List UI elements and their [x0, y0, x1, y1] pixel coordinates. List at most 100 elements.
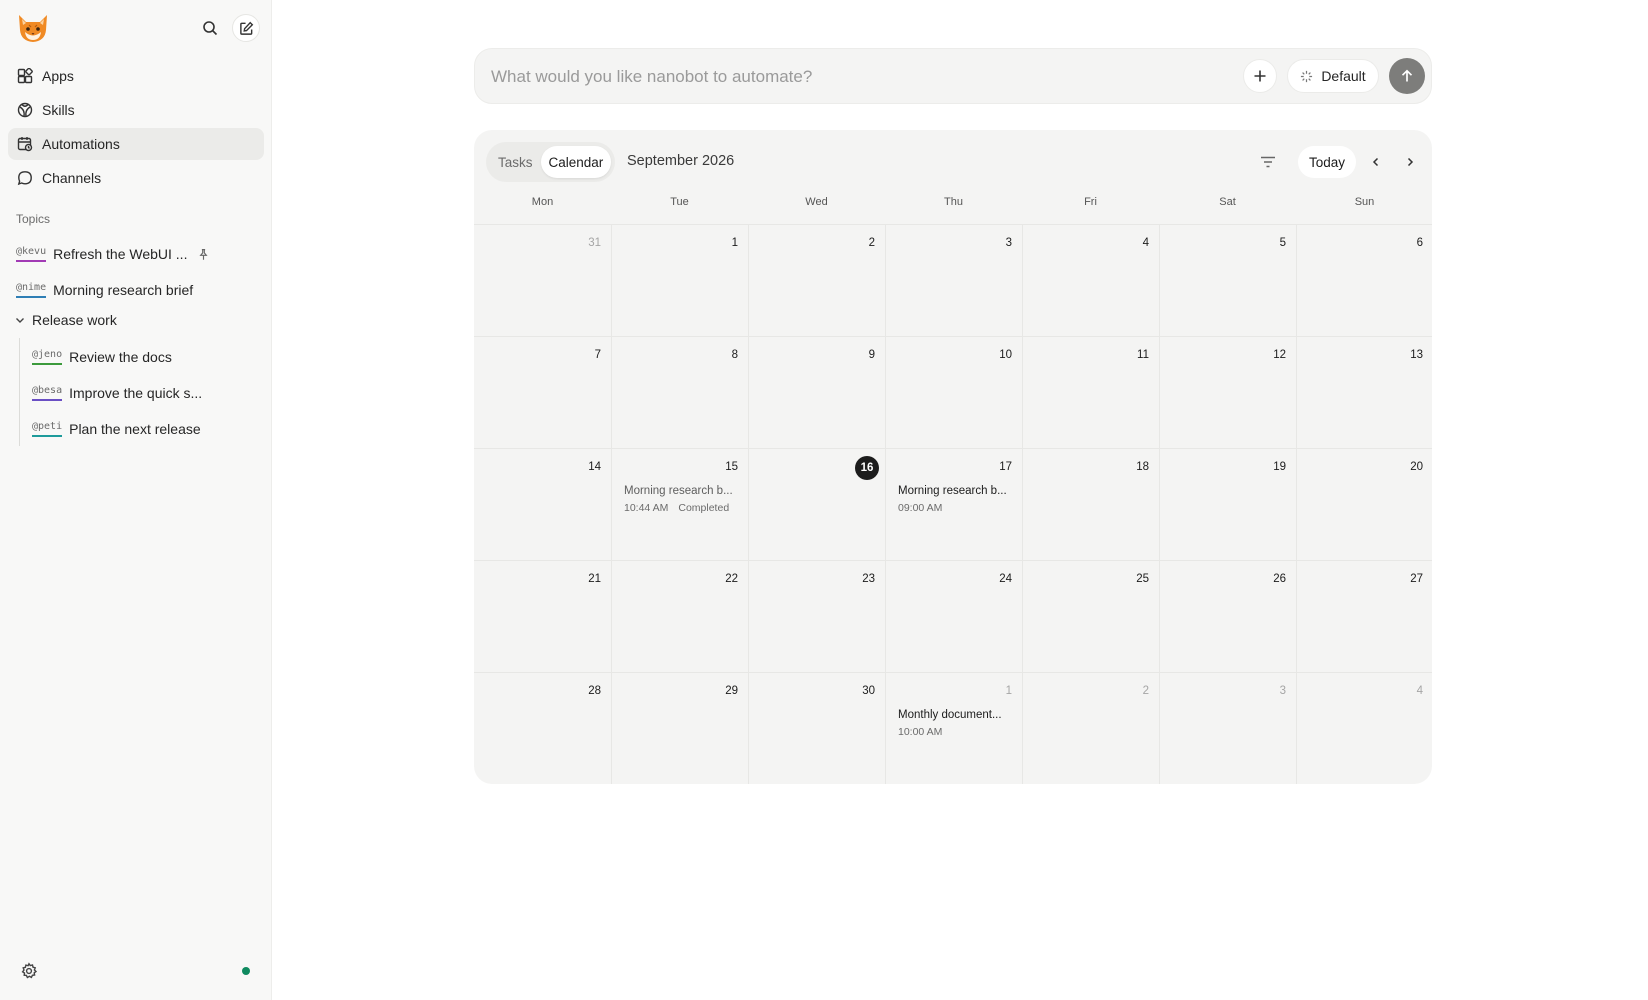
calendar-day-cell[interactable]: 31: [474, 224, 611, 336]
day-number: 2: [868, 237, 875, 249]
calendar-day-cell[interactable]: 16: [748, 448, 885, 560]
calendar-day-cell[interactable]: 8: [611, 336, 748, 448]
calendar-day-cell[interactable]: 9: [748, 336, 885, 448]
topic-title: Improve the quick s...: [69, 385, 203, 401]
tab-tasks[interactable]: Tasks: [490, 146, 541, 178]
calendar-day-cell[interactable]: 3: [1159, 672, 1296, 784]
day-number: 17: [999, 461, 1012, 473]
weekday-label: Wed: [805, 196, 828, 208]
topic-handle: @jeno: [32, 349, 63, 365]
day-number: 11: [1137, 349, 1149, 361]
topic-group-toggle[interactable]: Release work: [14, 312, 117, 328]
sidebar-item-label: Apps: [42, 68, 74, 84]
send-button[interactable]: [1389, 58, 1425, 94]
day-number: 26: [1273, 573, 1286, 585]
calendar-day-cell[interactable]: 30: [748, 672, 885, 784]
calendar-day-cell[interactable]: 4: [1296, 672, 1432, 784]
calendar-day-cell[interactable]: 2: [1022, 672, 1159, 784]
topic-item[interactable]: @jeno Review the docs: [32, 344, 172, 370]
calendar-day-cell[interactable]: 28: [474, 672, 611, 784]
calendar-event[interactable]: Monthly document... 10:00 AM: [898, 709, 1016, 738]
prompt-input[interactable]: [491, 63, 1191, 91]
calendar-day-cell[interactable]: 14: [474, 448, 611, 560]
day-number: 8: [731, 349, 738, 361]
calendar-day-cell[interactable]: 12: [1159, 336, 1296, 448]
weekday-label: Sun: [1354, 196, 1375, 208]
day-number: 24: [999, 573, 1012, 585]
day-number: 27: [1410, 573, 1423, 585]
topic-item[interactable]: @peti Plan the next release: [32, 416, 201, 442]
day-number: 19: [1273, 461, 1286, 473]
add-attachment-button[interactable]: [1243, 59, 1277, 93]
sidebar-item-channels[interactable]: Channels: [8, 162, 264, 194]
calendar-day-cell[interactable]: 10: [885, 336, 1022, 448]
topic-item[interactable]: @nime Morning research brief: [16, 277, 193, 303]
new-chat-icon[interactable]: [232, 14, 260, 42]
pin-icon[interactable]: [197, 248, 210, 261]
event-title: Morning research b...: [624, 485, 733, 497]
chevron-left-icon[interactable]: [1366, 152, 1386, 172]
calendar-day-cell[interactable]: 1 Monthly document... 10:00 AM: [885, 672, 1022, 784]
calendar-day-cell[interactable]: 24: [885, 560, 1022, 672]
topics-heading: Topics: [16, 212, 51, 226]
calendar-day-cell[interactable]: 4: [1022, 224, 1159, 336]
sidebar-item-automations[interactable]: Automations: [8, 128, 264, 160]
day-number: 5: [1279, 237, 1286, 249]
calendar-day-cell[interactable]: 6: [1296, 224, 1432, 336]
automations-icon: [16, 135, 34, 153]
calendar-day-cell[interactable]: 22: [611, 560, 748, 672]
calendar-day-cell[interactable]: 5: [1159, 224, 1296, 336]
automation-prompt: Default: [474, 48, 1432, 104]
tab-calendar[interactable]: Calendar: [540, 146, 612, 178]
topic-title: Refresh the WebUI ...: [53, 246, 188, 262]
day-number: 10: [999, 349, 1012, 361]
chevron-right-icon[interactable]: [1400, 152, 1420, 172]
calendar-day-cell[interactable]: 21: [474, 560, 611, 672]
settings-icon[interactable]: [20, 962, 38, 980]
filter-icon[interactable]: [1258, 152, 1278, 172]
calendar-day-cell[interactable]: 1: [611, 224, 748, 336]
apps-icon: [16, 67, 34, 85]
topic-item[interactable]: @besa Improve the quick s...: [32, 380, 202, 406]
day-number: 14: [588, 461, 601, 473]
calendar-day-cell[interactable]: 26: [1159, 560, 1296, 672]
calendar-day-cell[interactable]: 7: [474, 336, 611, 448]
calendar-day-cell[interactable]: 20: [1296, 448, 1432, 560]
event-meta: 10:44 AM Completed: [624, 502, 742, 514]
event-title: Morning research b...: [898, 485, 1007, 497]
calendar-day-cell[interactable]: 27: [1296, 560, 1432, 672]
calendar-event[interactable]: Morning research b... 10:44 AM Completed: [624, 485, 742, 514]
calendar-day-cell[interactable]: 29: [611, 672, 748, 784]
day-number: 15: [725, 461, 738, 473]
calendar-day-cell[interactable]: 15 Morning research b... 10:44 AM Completed: [611, 448, 748, 560]
day-number: 13: [1410, 349, 1423, 361]
calendar-day-cell[interactable]: 25: [1022, 560, 1159, 672]
calendar-day-cell[interactable]: 2: [748, 224, 885, 336]
today-button[interactable]: Today: [1298, 146, 1356, 178]
calendar-day-cell[interactable]: 17 Morning research b... 09:00 AM: [885, 448, 1022, 560]
mode-select-button[interactable]: Default: [1287, 59, 1379, 93]
nanobot-logo[interactable]: [16, 12, 50, 44]
topic-item[interactable]: @kevu Refresh the WebUI ...: [16, 241, 210, 267]
weekday-label: Sat: [1219, 196, 1236, 208]
skills-icon: [16, 101, 34, 119]
sidebar-item-label: Automations: [42, 136, 120, 152]
topic-handle: @nime: [16, 282, 47, 298]
day-number: 23: [862, 573, 875, 585]
topic-title: Review the docs: [69, 349, 172, 365]
calendar-event[interactable]: Morning research b... 09:00 AM: [898, 485, 1016, 514]
day-number: 22: [725, 573, 738, 585]
calendar-day-cell[interactable]: 18: [1022, 448, 1159, 560]
sidebar-item-apps[interactable]: Apps: [8, 60, 264, 92]
event-time: 10:00 AM: [898, 726, 943, 738]
weekday-label: Tue: [670, 196, 689, 208]
search-icon[interactable]: [198, 16, 222, 40]
calendar-day-cell[interactable]: 19: [1159, 448, 1296, 560]
calendar-day-cell[interactable]: 13: [1296, 336, 1432, 448]
calendar-day-cell[interactable]: 3: [885, 224, 1022, 336]
day-number: 3: [1005, 237, 1012, 249]
sidebar-item-skills[interactable]: Skills: [8, 94, 264, 126]
calendar-day-cell[interactable]: 23: [748, 560, 885, 672]
event-meta: 10:00 AM: [898, 726, 1016, 738]
calendar-day-cell[interactable]: 11: [1022, 336, 1159, 448]
